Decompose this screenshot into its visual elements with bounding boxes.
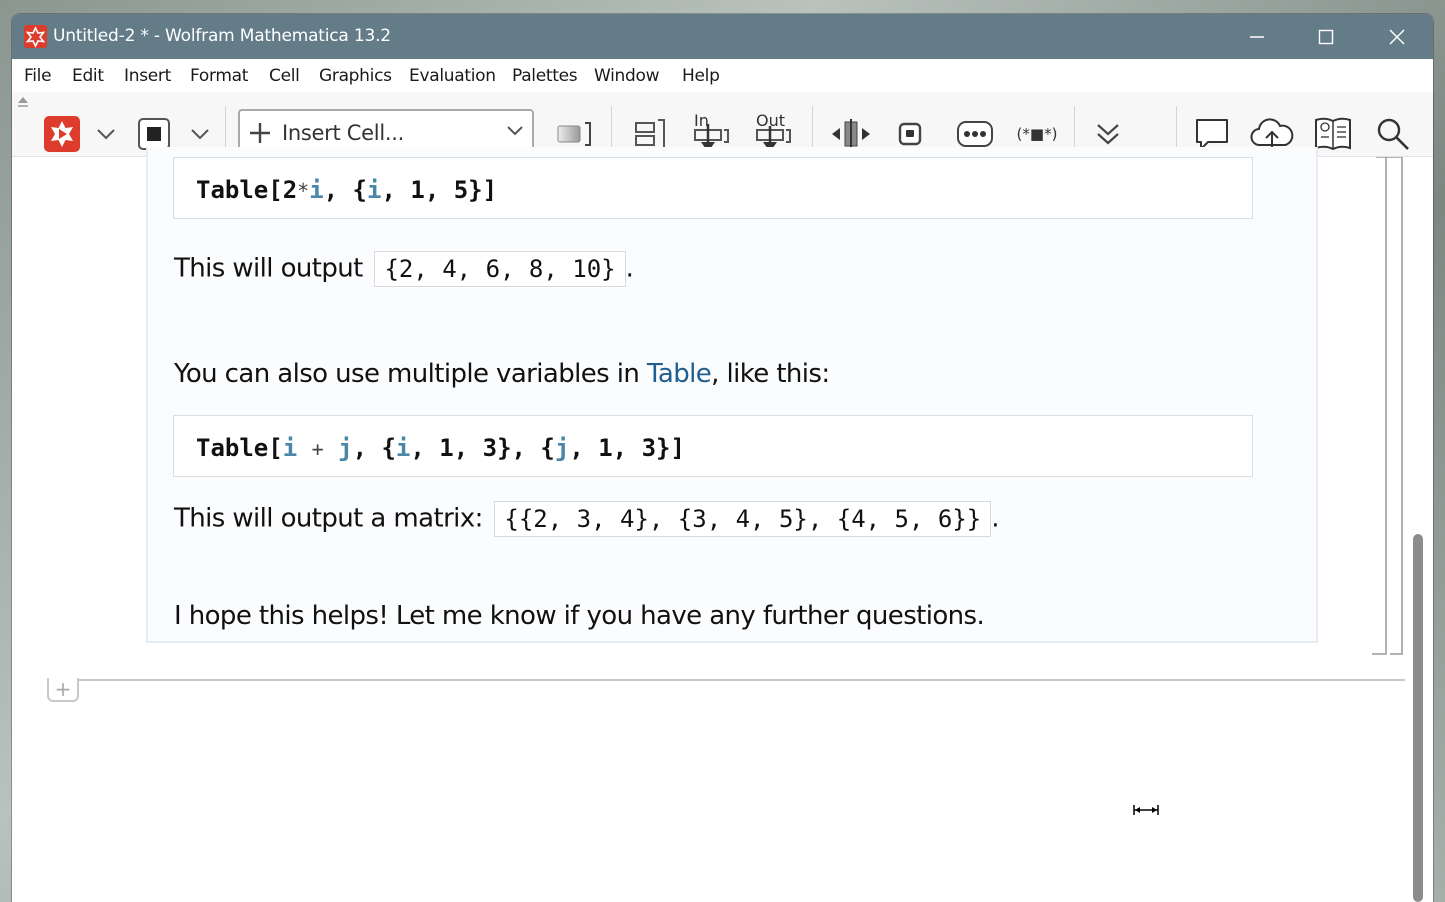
evaluate-button[interactable] [42, 114, 82, 154]
maximize-icon [1318, 29, 1334, 44]
function-name: Table [196, 434, 269, 462]
code-line: Table[2*i, {i, 1, 5}] [196, 176, 498, 204]
input-cell[interactable]: Table[2*i, {i, 1, 5}] [173, 157, 1253, 219]
toolbar-separator [611, 106, 612, 150]
menu-edit[interactable]: Edit [72, 66, 104, 86]
toolbar-separator [1074, 106, 1075, 150]
app-window: Untitled-2 * - Wolfram Mathematica 13.2 … [12, 14, 1433, 902]
insert-cell-label: Insert Cell... [282, 121, 404, 145]
menu-cell[interactable]: Cell [269, 66, 300, 86]
resize-cursor-icon [1133, 805, 1159, 815]
book-icon [1315, 117, 1351, 151]
more-options-button[interactable] [954, 118, 996, 150]
code-line: Table[i + j, {i, 1, 3}, {j, 1, 3}] [196, 434, 685, 462]
cell-group [146, 147, 1318, 643]
arrow-up-icon [18, 97, 28, 107]
text-cell-content: This will output a matrix: [174, 503, 483, 534]
table-doc-link[interactable]: Table [647, 359, 712, 389]
toolbar-collapse-button[interactable] [14, 94, 32, 110]
close-icon [1389, 28, 1405, 45]
comment-icon: (*■*) [1016, 125, 1058, 143]
menu-evaluation[interactable]: Evaluation [409, 66, 496, 86]
title-bar[interactable]: Untitled-2 * - Wolfram Mathematica 13.2 [12, 14, 1433, 59]
text-cell-punctuation: . [625, 253, 634, 284]
text-cell[interactable]: I hope this helps! Let me know if you ha… [174, 601, 985, 631]
double-chevron-down-icon [1097, 124, 1119, 145]
menu-format[interactable]: Format [190, 66, 248, 86]
svg-text:In: In [694, 112, 709, 130]
text-cell[interactable]: You can also use multiple variables in T… [174, 359, 830, 389]
toolbar-separator [812, 106, 813, 150]
menu-bar: File Edit Insert Format Cell Graphics Ev… [12, 59, 1433, 92]
function-name: Table [196, 176, 269, 204]
search-icon [1377, 118, 1409, 150]
text-cell[interactable]: This will output {2, 4, 6, 8, 10}. [174, 251, 634, 287]
toolbar-separator [1176, 106, 1177, 150]
cell-insertion-line[interactable] [48, 679, 1405, 681]
plus-icon [250, 123, 270, 143]
menu-file[interactable]: File [24, 66, 52, 86]
menu-help[interactable]: Help [682, 66, 720, 86]
inline-output: {2, 4, 6, 8, 10} [374, 251, 626, 287]
inline-output: {{2, 3, 4}, {3, 4, 5}, {4, 5, 6}} [494, 501, 992, 537]
text-cell-content: This will output [174, 253, 363, 284]
group-cells-icon [635, 119, 665, 149]
abort-dropdown-button[interactable] [188, 124, 212, 144]
wolfram-spikey-icon [44, 116, 80, 152]
text-cell-content: I hope this helps! Let me know if you ha… [174, 601, 985, 631]
menu-window[interactable]: Window [594, 66, 660, 86]
text-cell-punctuation: . [991, 503, 999, 534]
cell-brackets[interactable] [1372, 157, 1408, 657]
minimize-icon [1250, 35, 1264, 38]
search-button[interactable] [1374, 114, 1412, 154]
maximize-button[interactable] [1291, 14, 1361, 59]
insert-cell-button[interactable]: + [47, 678, 79, 702]
scrollbar-thumb[interactable] [1413, 534, 1423, 902]
chevron-down-icon [507, 126, 523, 136]
window-title: Untitled-2 * - Wolfram Mathematica 13.2 [53, 26, 391, 46]
plus-icon: + [54, 677, 72, 701]
input-cell[interactable]: Table[i + j, {i, 1, 3}, {j, 1, 3}] [173, 415, 1253, 477]
text-cell-content: You can also use multiple variables in [174, 359, 647, 389]
template-box-icon [898, 122, 922, 146]
text-cell-content: , like this: [711, 359, 830, 389]
menu-graphics[interactable]: Graphics [319, 66, 392, 86]
text-cell[interactable]: This will output a matrix: {{2, 3, 4}, {… [174, 501, 999, 537]
cell-bracket-icon [557, 122, 591, 146]
notebook-content[interactable]: Table[2*i, {i, 1, 5}] This will output {… [12, 147, 1433, 902]
minimize-button[interactable] [1222, 14, 1292, 59]
chevron-down-icon [191, 129, 209, 140]
resize-horizontal-icon [832, 119, 870, 149]
stop-icon [138, 118, 170, 150]
close-button[interactable] [1362, 14, 1432, 59]
documentation-button[interactable] [1312, 114, 1354, 154]
chevron-down-icon [97, 129, 115, 140]
evaluate-dropdown-button[interactable] [94, 124, 118, 144]
menu-palettes[interactable]: Palettes [512, 66, 578, 86]
toolbar-separator [225, 106, 226, 150]
menu-insert[interactable]: Insert [124, 66, 171, 86]
ellipsis-icon [957, 121, 993, 147]
mathematica-logo-icon [24, 25, 47, 48]
